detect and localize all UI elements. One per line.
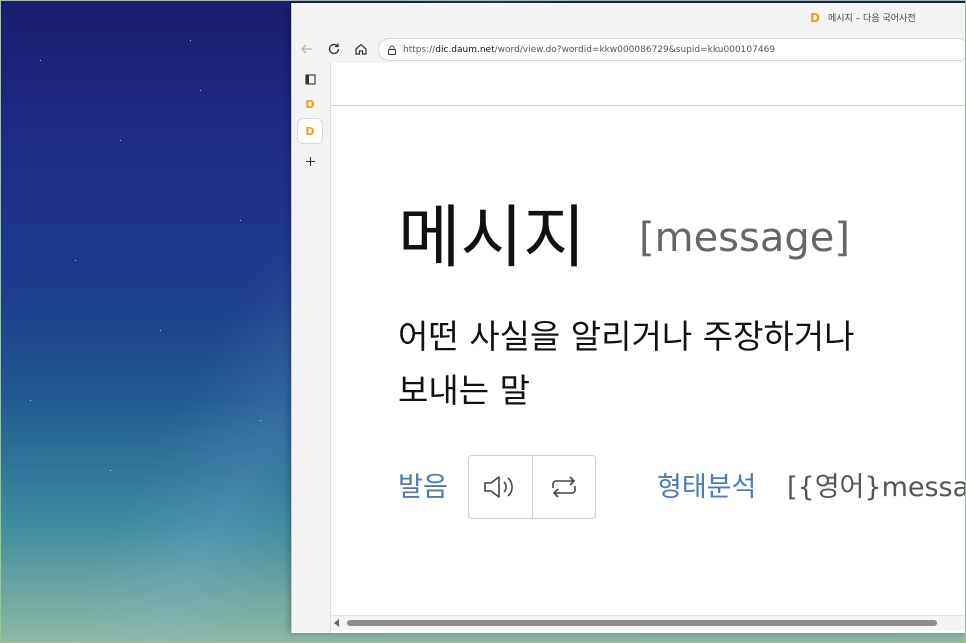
daum-favicon-icon: D <box>810 11 820 25</box>
star <box>190 40 191 41</box>
speaker-icon <box>484 476 514 498</box>
star <box>75 260 76 261</box>
back-button[interactable] <box>298 40 316 58</box>
definition-line: 어떤 사실을 알리거나 주장하거나 <box>398 317 855 356</box>
definition-line: 보내는 말 <box>398 371 530 410</box>
play-pronunciation-button[interactable] <box>469 456 532 518</box>
tab-daum-1[interactable]: D <box>298 92 322 116</box>
horizontal-scrollbar[interactable] <box>331 615 966 630</box>
star <box>120 140 121 141</box>
window-title: 메시지 – 다음 국어사전 <box>828 14 916 24</box>
star <box>240 220 241 221</box>
browser-window: D 메시지 – 다음 국어사전 https://dic.daum.net/wor… <box>291 3 966 633</box>
star <box>260 420 261 421</box>
scrollbar-thumb[interactable] <box>347 620 937 626</box>
repeat-icon <box>551 476 576 498</box>
arrow-left-icon <box>301 44 312 54</box>
page-viewport: 메시지 [message] 어떤 사실을 알리거나 주장하거나 보내는 말 발음 <box>330 63 966 633</box>
url-text: https://dic.daum.net/word/view.do?wordid… <box>403 45 775 55</box>
new-tab-button[interactable] <box>298 149 322 173</box>
browser-toolbar: https://dic.daum.net/word/view.do?wordid… <box>292 35 966 63</box>
url-scheme: https:// <box>403 44 436 55</box>
plus-icon <box>305 156 315 166</box>
star <box>160 330 161 331</box>
headword: 메시지 <box>398 199 586 278</box>
url-host: dic.daum.net <box>435 44 495 55</box>
sidebar-toggle-button[interactable] <box>298 67 322 91</box>
daum-favicon-icon: D <box>305 97 315 111</box>
pronunciation-label: 발음 <box>398 472 448 503</box>
repeat-pronunciation-button[interactable] <box>531 456 596 518</box>
star <box>110 470 111 471</box>
star <box>200 90 201 91</box>
word-origin: [message] <box>639 215 850 261</box>
star <box>30 400 31 401</box>
home-icon <box>355 43 367 55</box>
reload-button[interactable] <box>325 40 343 58</box>
lock-icon[interactable] <box>387 45 397 55</box>
morphology-value: [{영어}messag <box>787 472 966 503</box>
daum-favicon-icon: D <box>305 124 315 138</box>
header-divider <box>331 105 966 106</box>
title-bar[interactable]: D 메시지 – 다음 국어사전 <box>292 3 966 35</box>
morphology-label: 형태분석 <box>657 472 757 503</box>
pronunciation-controls <box>468 455 596 519</box>
star <box>40 60 41 61</box>
url-path: /word/view.do?wordid=kkw000086729&supid=… <box>494 44 776 55</box>
sidebar-panel-icon <box>304 73 316 85</box>
home-button[interactable] <box>352 40 370 58</box>
reload-icon <box>328 43 340 55</box>
vertical-tab-strip: D D <box>292 63 328 633</box>
definition: 어떤 사실을 알리거나 주장하거나 보내는 말 <box>398 310 966 418</box>
address-bar[interactable]: https://dic.daum.net/word/view.do?wordid… <box>378 38 966 61</box>
tab-daum-active[interactable]: D <box>298 119 322 143</box>
scroll-left-arrow-icon[interactable] <box>334 619 339 627</box>
